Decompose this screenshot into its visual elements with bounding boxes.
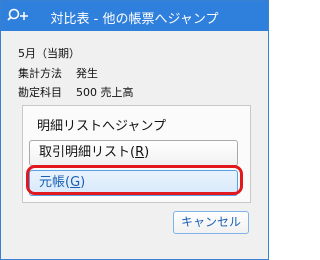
transaction-list-label: 取引明細リスト( <box>39 145 136 160</box>
title-bar[interactable]: 対比表 - 他の帳票へジャンプ <box>1 1 268 31</box>
method-row: 集計方法 発生 <box>18 65 98 81</box>
period-text: 5月（当期） <box>18 45 80 61</box>
transaction-list-accesskey: R <box>135 145 145 160</box>
ledger-accesskey: G <box>70 175 81 190</box>
method-label: 集計方法 <box>18 67 62 80</box>
ledger-label: 元帳( <box>39 175 71 190</box>
account-row: 勘定科目 500 売上高 <box>18 84 134 100</box>
method-value: 発生 <box>76 67 98 80</box>
account-label: 勘定科目 <box>18 86 62 99</box>
transaction-list-button[interactable]: 取引明細リスト(R) <box>29 140 238 166</box>
group-title: 明細リストへジャンプ <box>37 119 166 134</box>
period-value: 5月（当期） <box>18 47 80 60</box>
ledger-button[interactable]: 元帳(G) <box>29 170 238 196</box>
transaction-list-close: ) <box>144 145 150 160</box>
jump-group: 明細リストへジャンプ 取引明細リスト(R) 元帳(G) <box>22 105 251 203</box>
jump-dialog: 対比表 - 他の帳票へジャンプ 5月（当期） 集計方法 発生 勘定科目 500 売上… <box>0 0 269 260</box>
ledger-close: ) <box>80 175 86 190</box>
window-title: 対比表 - 他の帳票へジャンプ <box>50 12 219 27</box>
account-value: 500 売上高 <box>76 86 134 99</box>
cancel-button[interactable]: キャンセル <box>173 211 249 234</box>
